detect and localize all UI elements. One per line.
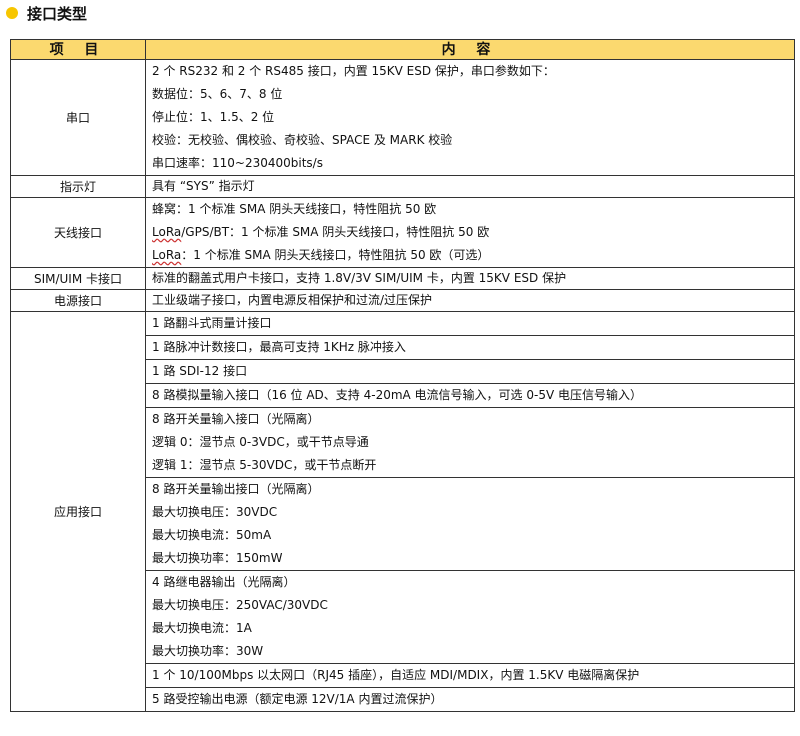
- application-line: 最大切换电流：1A: [152, 621, 252, 635]
- section-title: 接口类型: [27, 4, 88, 23]
- indicator-label: 指示灯: [10, 175, 146, 198]
- application-line: 最大切换功率：150mW: [152, 551, 283, 565]
- antenna-line: LoRa/GPS/BT：1 个标准 SMA 阴头天线接口，特性阻抗 50 欧: [152, 221, 788, 244]
- power-content: 工业级端子接口，内置电源反相保护和过流/过压保护: [145, 289, 795, 312]
- row-indicator: 指示灯 具有 “SYS” 指示灯: [10, 175, 795, 198]
- application-cell: 5 路受控输出电源（额定电源 12V/1A 内置过流保护）: [145, 687, 795, 712]
- serial-label: 串口: [10, 59, 146, 176]
- application-label: 应用接口: [10, 311, 146, 712]
- application-cell: 8 路开关量输出接口（光隔离） 最大切换电压：30VDC 最大切换电流：50mA…: [145, 477, 795, 571]
- application-line: 1 路脉冲计数接口，最高可支持 1KHz 脉冲接入: [152, 340, 406, 354]
- row-sim: SIM/UIM 卡接口 标准的翻盖式用户卡接口，支持 1.8V/3V SIM/U…: [10, 267, 795, 290]
- indicator-text: 具有 “SYS” 指示灯: [152, 179, 255, 193]
- power-label: 电源接口: [10, 289, 146, 312]
- interface-spec-table: 项 目 内 容 串口 2 个 RS232 和 2 个 RS485 接口，内置 1…: [10, 39, 795, 712]
- indicator-content: 具有 “SYS” 指示灯: [145, 175, 795, 198]
- serial-line: 数据位：5、6、7、8 位: [152, 87, 283, 101]
- application-line: 逻辑 0：湿节点 0-3VDC，或干节点导通: [152, 435, 369, 449]
- section-heading: 接口类型: [6, 2, 87, 24]
- application-line: 1 路翻斗式雨量计接口: [152, 316, 272, 330]
- antenna-label: 天线接口: [10, 197, 146, 268]
- application-cell: 1 个 10/100Mbps 以太网口（RJ45 插座），自适应 MDI/MDI…: [145, 663, 795, 688]
- antenna-content: 蜂窝：1 个标准 SMA 阴头天线接口，特性阻抗 50 欧 LoRa/GPS/B…: [145, 197, 795, 268]
- application-line: 4 路继电器输出（光隔离）: [152, 575, 296, 589]
- serial-line: 停止位：1、1.5、2 位: [152, 110, 275, 124]
- application-line: 最大切换电流：50mA: [152, 528, 272, 542]
- application-line: 8 路模拟量输入接口（16 位 AD、支持 4-20mA 电流信号输入，可选 0…: [152, 388, 642, 402]
- sim-label: SIM/UIM 卡接口: [10, 267, 146, 290]
- row-power: 电源接口 工业级端子接口，内置电源反相保护和过流/过压保护: [10, 289, 795, 312]
- application-cell: 1 路 SDI-12 接口: [145, 359, 795, 384]
- bullet-dot-icon: [6, 7, 18, 19]
- application-line: 5 路受控输出电源（额定电源 12V/1A 内置过流保护）: [152, 692, 443, 706]
- power-text: 工业级端子接口，内置电源反相保护和过流/过压保护: [152, 293, 433, 307]
- serial-line: 校验：无校验、偶校验、奇校验、SPACE 及 MARK 校验: [152, 133, 453, 147]
- antenna-line-rest: ：1 个标准 SMA 阴头天线接口，特性阻抗 50 欧（可选）: [181, 248, 490, 262]
- application-line: 8 路开关量输出接口（光隔离）: [152, 482, 320, 496]
- application-cell: 1 路翻斗式雨量计接口: [145, 311, 795, 336]
- antenna-line: LoRa：1 个标准 SMA 阴头天线接口，特性阻抗 50 欧（可选）: [152, 244, 788, 267]
- row-application: 应用接口 1 路翻斗式雨量计接口: [10, 311, 795, 712]
- sim-text: 标准的翻盖式用户卡接口，支持 1.8V/3V SIM/UIM 卡，内置 15KV…: [152, 271, 567, 285]
- application-cell: 8 路模拟量输入接口（16 位 AD、支持 4-20mA 电流信号输入，可选 0…: [145, 383, 795, 408]
- lora-term: LoRa: [152, 225, 182, 239]
- serial-content: 2 个 RS232 和 2 个 RS485 接口，内置 15KV ESD 保护，…: [145, 59, 795, 176]
- lora-term: LoRa: [152, 248, 182, 262]
- serial-line: 2 个 RS232 和 2 个 RS485 接口，内置 15KV ESD 保护，…: [152, 64, 555, 78]
- application-line: 1 路 SDI-12 接口: [152, 364, 248, 378]
- header-item: 项 目: [10, 39, 146, 60]
- application-cell: 1 路脉冲计数接口，最高可支持 1KHz 脉冲接入: [145, 335, 795, 360]
- application-cell: 4 路继电器输出（光隔离） 最大切换电压：250VAC/30VDC 最大切换电流…: [145, 570, 795, 664]
- application-line: 8 路开关量输入接口（光隔离）: [152, 412, 320, 426]
- antenna-line-rest: /GPS/BT：1 个标准 SMA 阴头天线接口，特性阻抗 50 欧: [181, 225, 490, 239]
- header-content: 内 容: [145, 39, 795, 60]
- antenna-line: 蜂窝：1 个标准 SMA 阴头天线接口，特性阻抗 50 欧: [152, 202, 437, 216]
- application-cell: 8 路开关量输入接口（光隔离） 逻辑 0：湿节点 0-3VDC，或干节点导通 逻…: [145, 407, 795, 478]
- serial-line: 串口速率：110~230400bits/s: [152, 156, 323, 170]
- application-line: 逻辑 1：湿节点 5-30VDC，或干节点断开: [152, 458, 377, 472]
- row-serial: 串口 2 个 RS232 和 2 个 RS485 接口，内置 15KV ESD …: [10, 59, 795, 176]
- application-line: 1 个 10/100Mbps 以太网口（RJ45 插座），自适应 MDI/MDI…: [152, 668, 640, 682]
- application-line: 最大切换电压：30VDC: [152, 505, 278, 519]
- application-line: 最大切换电压：250VAC/30VDC: [152, 598, 328, 612]
- application-line: 最大切换功率：30W: [152, 644, 264, 658]
- row-antenna: 天线接口 蜂窝：1 个标准 SMA 阴头天线接口，特性阻抗 50 欧 LoRa/…: [10, 197, 795, 268]
- sim-content: 标准的翻盖式用户卡接口，支持 1.8V/3V SIM/UIM 卡，内置 15KV…: [145, 267, 795, 290]
- table-header-row: 项 目 内 容: [10, 39, 795, 60]
